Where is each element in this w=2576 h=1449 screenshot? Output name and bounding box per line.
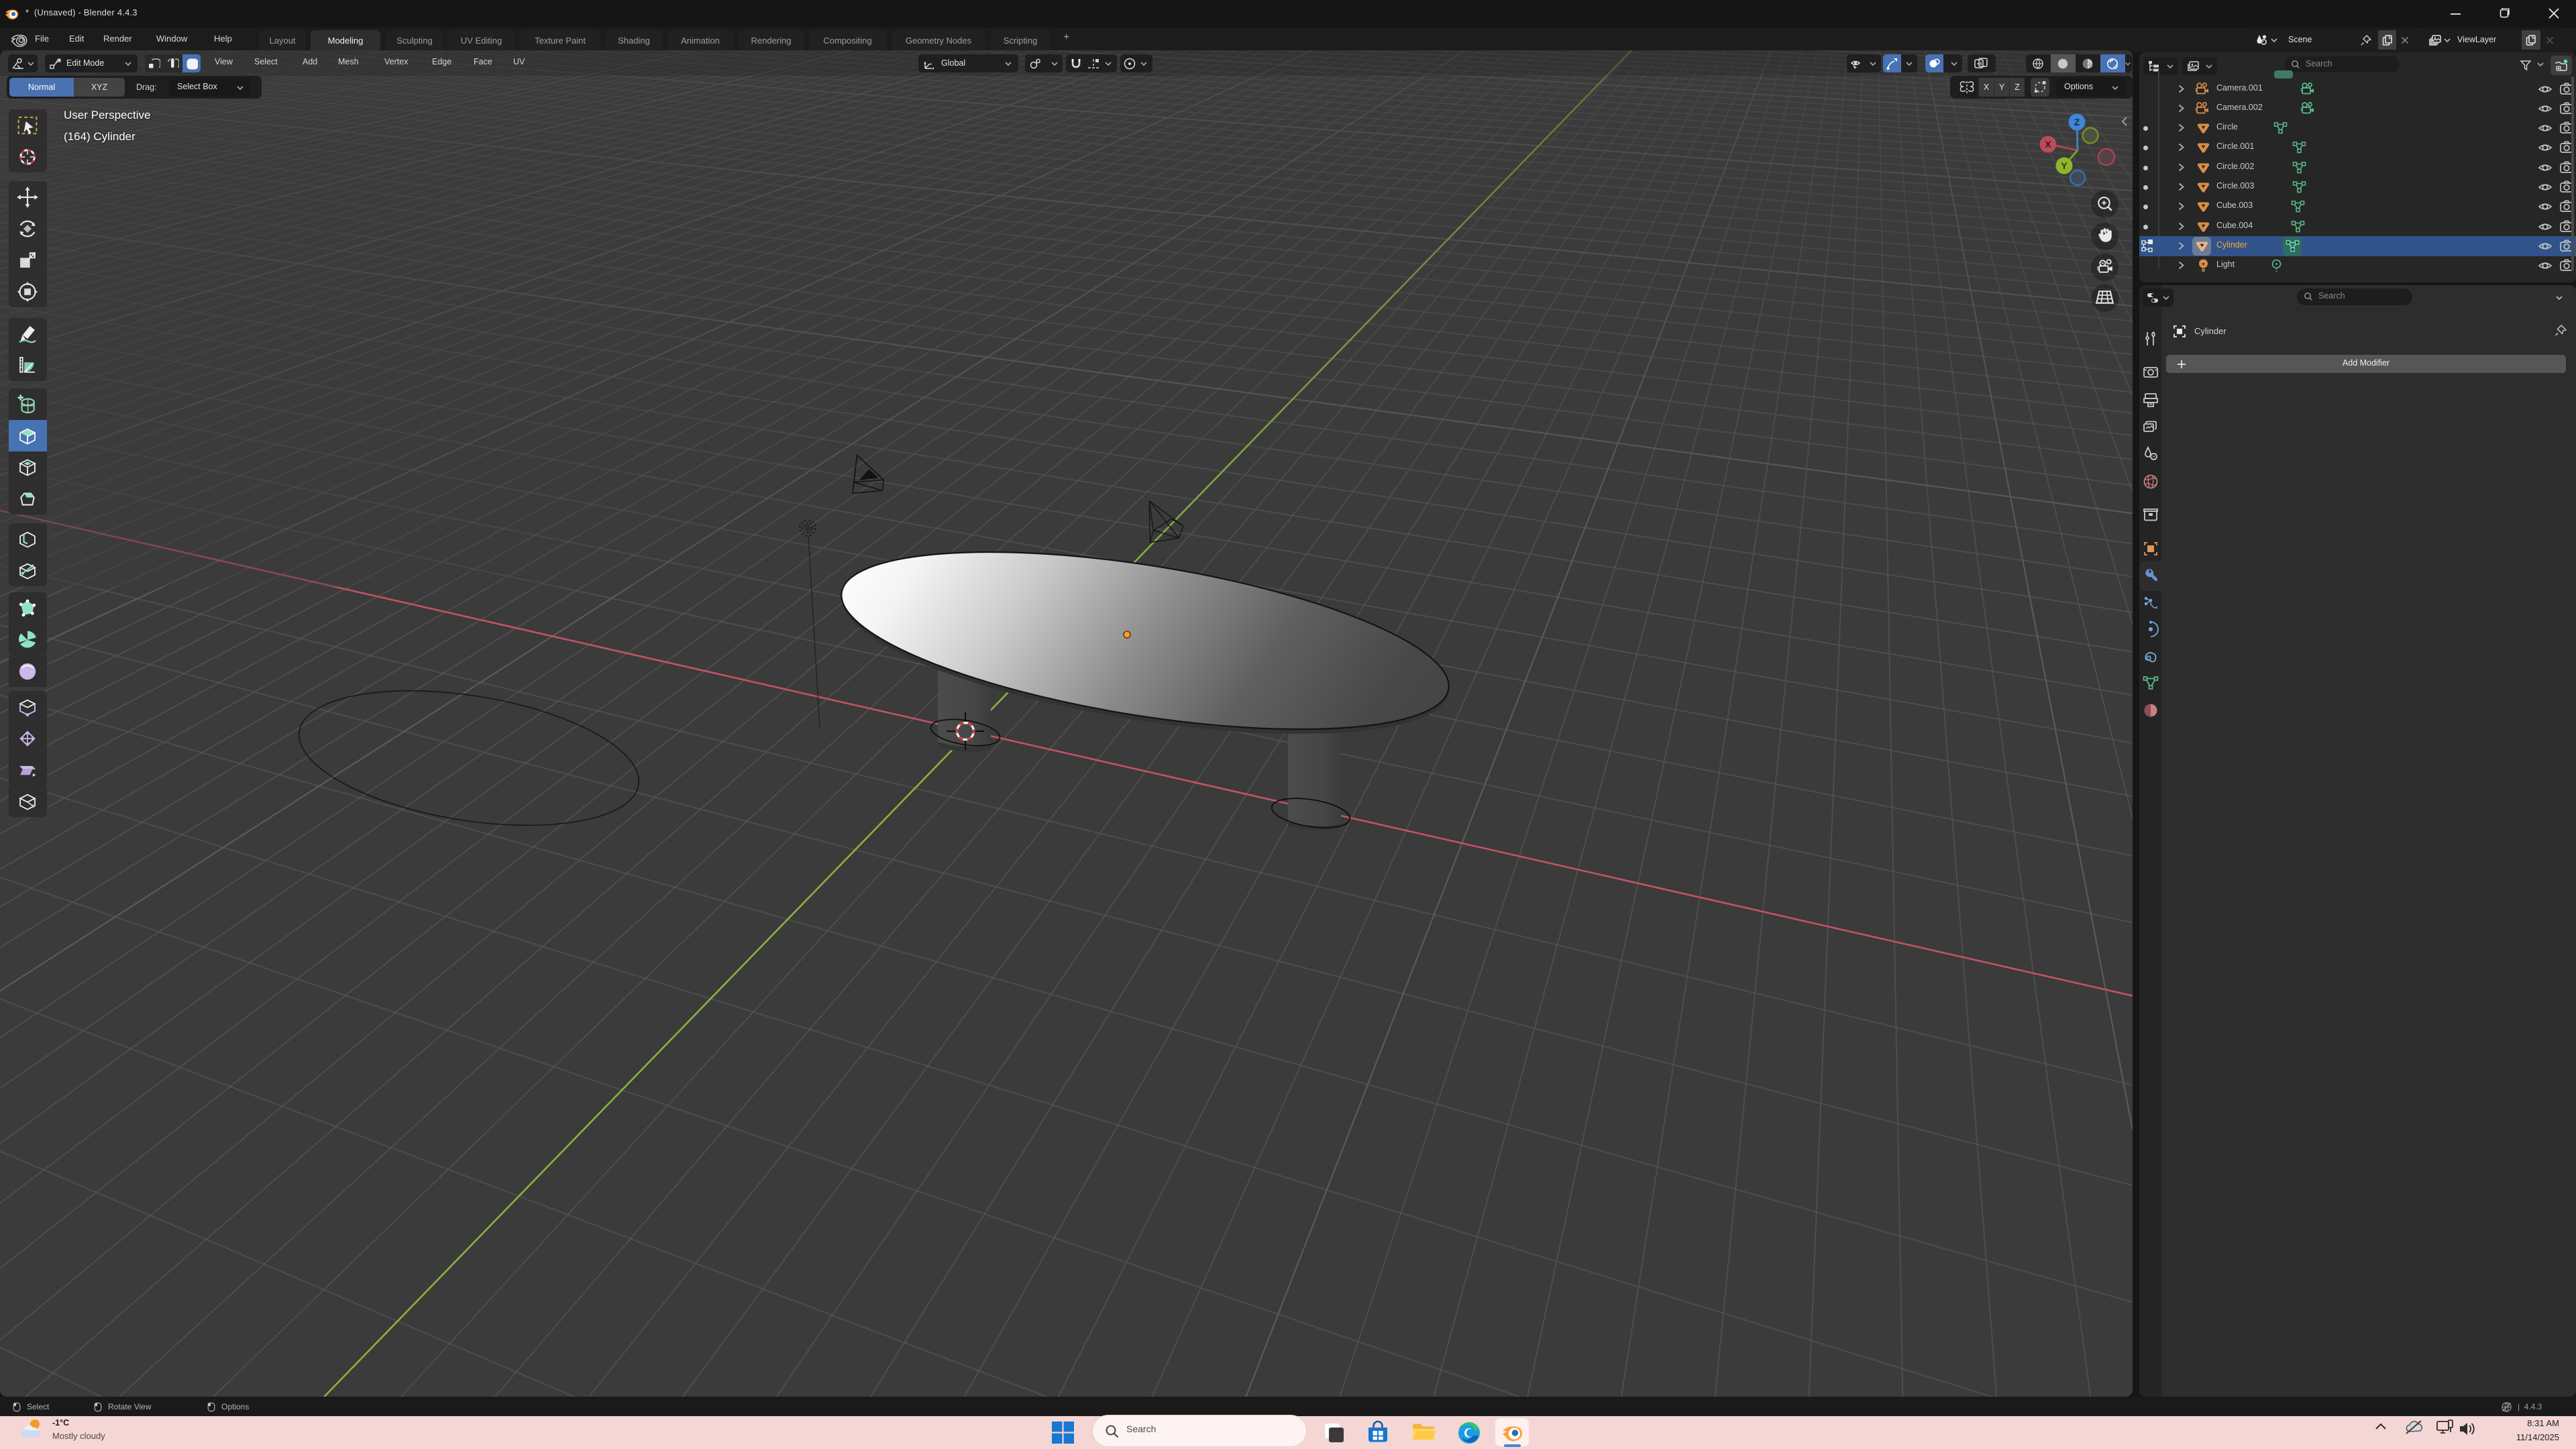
svg-text:Y: Y [2061,160,2068,171]
svg-text:Z: Z [2074,117,2080,127]
svg-text:X: X [2045,139,2051,150]
